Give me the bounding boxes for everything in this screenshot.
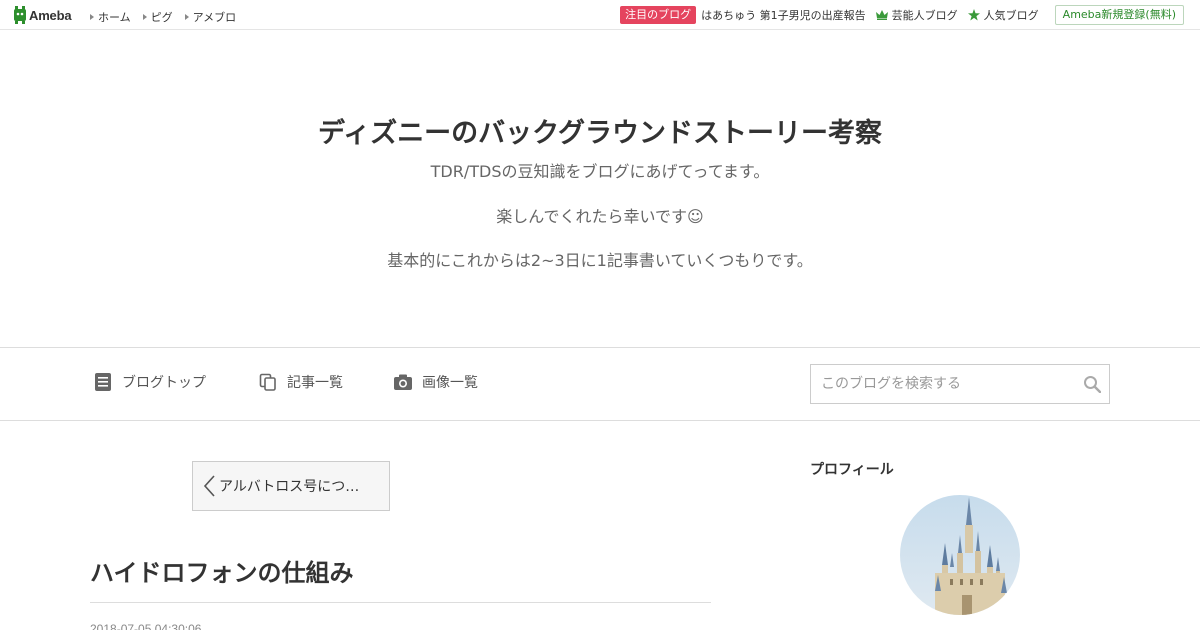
featured-blog-badge: 注目のブログ bbox=[620, 6, 697, 24]
header-right: 注目のブログ はあちゅう 第1子男児の出産報告 芸能人ブログ 人気ブログ Ame… bbox=[620, 5, 1184, 25]
featured-blog-link[interactable]: はあちゅう 第1子男児の出産報告 bbox=[701, 7, 866, 23]
search-icon[interactable] bbox=[1083, 375, 1101, 393]
nav-image-list[interactable]: 画像一覧 bbox=[394, 372, 478, 392]
search-input[interactable] bbox=[811, 365, 1071, 403]
camera-icon bbox=[394, 374, 412, 390]
triangle-right-icon bbox=[142, 14, 147, 20]
global-nav: ホーム ピグ アメブロ bbox=[90, 9, 236, 25]
copy-icon bbox=[259, 373, 276, 391]
blog-description-line: TDR/TDSの豆知識をブログにあげてってます。 bbox=[430, 162, 770, 181]
star-icon bbox=[967, 9, 980, 21]
chevron-left-icon bbox=[203, 475, 215, 497]
nav-entry-list[interactable]: 記事一覧 bbox=[259, 372, 343, 392]
global-header: Ameba ホーム ピグ アメブロ 注目のブログ はあちゅう 第1子男児の出産報… bbox=[0, 0, 1200, 30]
gnav-pigg[interactable]: ピグ bbox=[142, 9, 173, 25]
previous-entry-label: アルバトロス号につ… bbox=[219, 479, 360, 495]
blog-title[interactable]: ディズニーのバックグラウンドストーリー考察 bbox=[0, 111, 1200, 150]
document-icon bbox=[95, 373, 111, 391]
gnav-home[interactable]: ホーム bbox=[90, 9, 131, 25]
logo-text: Ameba bbox=[29, 7, 72, 23]
profile-heading: プロフィール bbox=[810, 462, 894, 478]
entry-date: 2018-07-05 04:30:06 bbox=[90, 622, 202, 630]
previous-entry-button[interactable]: アルバトロス号につ… bbox=[192, 461, 390, 511]
entry-title[interactable]: ハイドロフォンの仕組み bbox=[90, 553, 354, 588]
blog-header: ディズニーのバックグラウンドストーリー考察 TDR/TDSの豆知識をブログにあげ… bbox=[0, 31, 1200, 347]
ameba-logo[interactable]: Ameba bbox=[13, 6, 72, 24]
celebrity-blog-link[interactable]: 芸能人ブログ bbox=[875, 7, 958, 23]
blog-search bbox=[810, 364, 1110, 404]
castle-image bbox=[900, 495, 1020, 615]
triangle-right-icon bbox=[90, 14, 94, 20]
ameba-mascot-icon bbox=[14, 6, 26, 24]
triangle-right-icon bbox=[184, 14, 189, 20]
avatar[interactable] bbox=[900, 495, 1020, 615]
popular-blog-link[interactable]: 人気ブログ bbox=[967, 7, 1039, 23]
nav-blog-top[interactable]: ブログトップ bbox=[94, 372, 206, 392]
blog-description-line: 基本的にこれからは2~3日に1記事書いていくつもりです。 bbox=[387, 251, 813, 270]
blog-nav: ブログトップ 記事一覧 画像一覧 bbox=[0, 347, 1200, 421]
crown-icon bbox=[875, 10, 888, 20]
divider bbox=[90, 602, 711, 603]
signup-button[interactable]: Ameba新規登録(無料) bbox=[1054, 5, 1184, 25]
blog-description-line: 楽しんでくれたら幸いです☺ bbox=[496, 207, 704, 226]
gnav-ameblo[interactable]: アメブロ bbox=[184, 9, 236, 25]
